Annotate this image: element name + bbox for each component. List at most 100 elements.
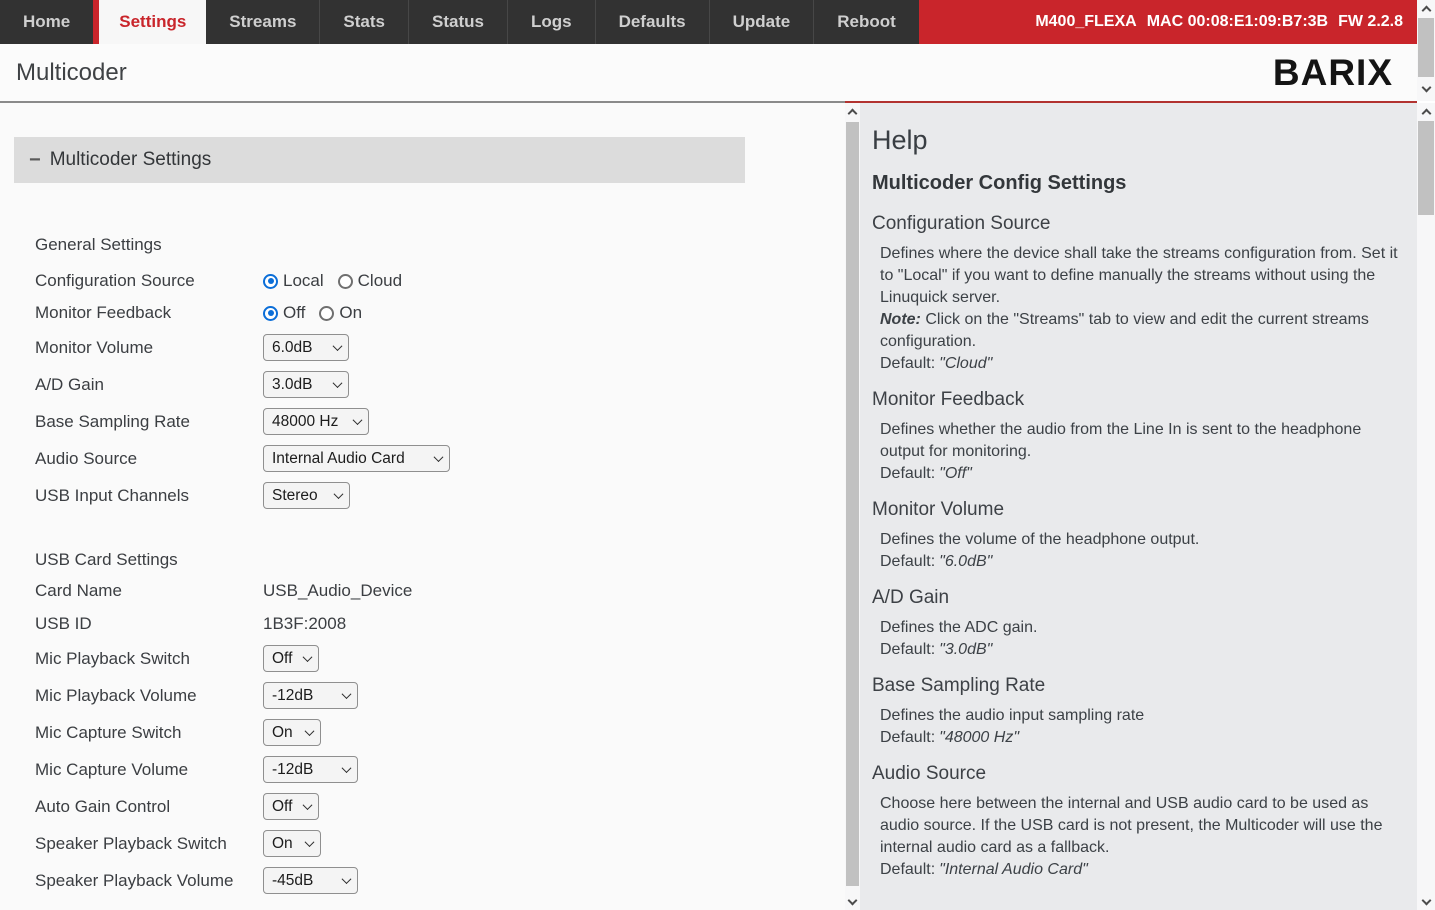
form-row-base-sampling-rate: Base Sampling Rate 48000 Hz <box>0 403 845 440</box>
auto-gain-control-select[interactable]: Off <box>263 793 319 820</box>
ad-gain-select[interactable]: 3.0dB <box>263 371 349 398</box>
field-label: Mic Capture Volume <box>35 760 263 780</box>
field-label: Mic Playback Volume <box>35 686 263 706</box>
scroll-down-icon[interactable] <box>845 893 860 910</box>
scrollbar-thumb[interactable] <box>1418 18 1434 77</box>
scroll-up-icon[interactable] <box>1417 103 1435 120</box>
chevron-down-icon <box>334 489 344 499</box>
help-section-body: Choose here between the internal and USB… <box>872 793 1403 881</box>
scroll-down-icon[interactable] <box>1417 80 1435 97</box>
chevron-down-icon <box>333 378 343 388</box>
top-nav: Home Settings Streams Stats Status Logs … <box>0 0 1417 44</box>
device-mac: MAC 00:08:E1:09:B7:3B <box>1147 13 1328 31</box>
settings-frame: − Multicoder Settings General Settings C… <box>0 103 845 910</box>
form-row-monitor-feedback: Monitor Feedback Off On <box>0 297 845 329</box>
scrollbar-thumb[interactable] <box>846 122 859 886</box>
radio-unchecked-icon <box>319 306 334 321</box>
radio-option-local[interactable]: Local <box>263 271 324 291</box>
tab-update[interactable]: Update <box>709 0 814 44</box>
mic-capture-switch-select[interactable]: On <box>263 719 321 746</box>
mic-playback-volume-select[interactable]: -12dB <box>263 682 358 709</box>
default-value: "Off" <box>939 465 972 482</box>
speaker-playback-volume-select[interactable]: -45dB <box>263 867 358 894</box>
chevron-down-icon <box>342 763 352 773</box>
field-label: Base Sampling Rate <box>35 412 263 432</box>
field-label: Speaker Playback Volume <box>35 871 263 891</box>
multicoder-settings-toggle[interactable]: − Multicoder Settings <box>14 137 745 183</box>
chevron-down-icon <box>333 341 343 351</box>
barix-logo: BARIX <box>1273 52 1393 94</box>
help-section-heading: A/D Gain <box>872 587 1403 609</box>
field-label: USB ID <box>35 614 263 634</box>
base-sampling-rate-select[interactable]: 48000 Hz <box>263 408 369 435</box>
scroll-up-icon[interactable] <box>845 103 860 120</box>
help-section-heading: Base Sampling Rate <box>872 675 1403 697</box>
group-title-usb-card: USB Card Settings <box>0 544 845 568</box>
tab-logs[interactable]: Logs <box>507 0 595 44</box>
monitor-volume-select[interactable]: 6.0dB <box>263 334 349 361</box>
group-title-general: General Settings <box>0 235 845 259</box>
tab-home[interactable]: Home <box>0 0 93 44</box>
form-row-monitor-volume: Monitor Volume 6.0dB <box>0 329 845 366</box>
radio-option-cloud[interactable]: Cloud <box>338 271 402 291</box>
radio-option-off[interactable]: Off <box>263 303 305 323</box>
help-section-body: Defines the ADC gain. Default:"3.0dB" <box>872 617 1403 661</box>
form-row-usb-input-channels: USB Input Channels Stereo <box>0 477 845 514</box>
usb-input-channels-select[interactable]: Stereo <box>263 482 350 509</box>
tab-reboot[interactable]: Reboot <box>813 0 919 44</box>
form-row-card-name: Card Name USB_Audio_Device <box>0 574 845 607</box>
help-section-body: Defines the audio input sampling rate De… <box>872 705 1403 749</box>
scroll-up-icon[interactable] <box>1417 0 1435 17</box>
monitor-feedback-radios: Off On <box>263 303 362 323</box>
form-row-mic-playback-switch: Mic Playback Switch Off <box>0 640 845 677</box>
form-row-speaker-playback-volume: Speaker Playback Volume -45dB <box>0 862 845 899</box>
tab-defaults[interactable]: Defaults <box>595 0 709 44</box>
scroll-down-icon[interactable] <box>1417 893 1435 910</box>
form-row-auto-gain-control: Auto Gain Control Off <box>0 788 845 825</box>
chevron-down-icon <box>305 726 315 736</box>
default-value: "Cloud" <box>939 355 992 372</box>
radio-checked-icon <box>263 306 278 321</box>
device-name: M400_FLEXA <box>1035 13 1136 31</box>
speaker-playback-switch-select[interactable]: On <box>263 830 321 857</box>
scrollbar-thumb[interactable] <box>1418 121 1434 215</box>
help-section-body: Defines where the device shall take the … <box>872 243 1403 375</box>
form-row-mic-capture-volume: Mic Capture Volume -12dB <box>0 751 845 788</box>
form-row-mic-capture-switch: Mic Capture Switch On <box>0 714 845 751</box>
help-section-ad-gain: A/D Gain Defines the ADC gain. Default:"… <box>872 587 1403 661</box>
title-row: Multicoder BARIX <box>0 44 1417 101</box>
field-label: Monitor Feedback <box>35 303 263 323</box>
field-label: A/D Gain <box>35 375 263 395</box>
field-label: Auto Gain Control <box>35 797 263 817</box>
tab-stats[interactable]: Stats <box>319 0 408 44</box>
mic-playback-switch-select[interactable]: Off <box>263 645 319 672</box>
default-value: "3.0dB" <box>939 641 992 658</box>
settings-scrollbar[interactable] <box>845 103 860 910</box>
section-title: Multicoder Settings <box>50 149 212 171</box>
chevron-down-icon <box>303 652 313 662</box>
mic-capture-volume-select[interactable]: -12dB <box>263 756 358 783</box>
tab-streams[interactable]: Streams <box>206 0 319 44</box>
help-section-heading: Monitor Volume <box>872 499 1403 521</box>
field-label: Card Name <box>35 581 263 601</box>
form-row-speaker-playback-switch: Speaker Playback Switch On <box>0 825 845 862</box>
form-row-configuration-source: Configuration Source Local Cloud <box>0 265 845 297</box>
tab-settings[interactable]: Settings <box>93 0 206 44</box>
chevron-down-icon <box>353 415 363 425</box>
field-label: Mic Playback Switch <box>35 649 263 669</box>
audio-source-select[interactable]: Internal Audio Card <box>263 445 450 472</box>
radio-option-on[interactable]: On <box>319 303 362 323</box>
help-scrollbar[interactable] <box>1417 103 1435 910</box>
help-section-monitor-feedback: Monitor Feedback Defines whether the aud… <box>872 389 1403 485</box>
help-section-heading: Monitor Feedback <box>872 389 1403 411</box>
help-section-body: Defines whether the audio from the Line … <box>872 419 1403 485</box>
header-scrollbar[interactable] <box>1417 0 1435 101</box>
tab-status[interactable]: Status <box>408 0 507 44</box>
help-section-heading: Audio Source <box>872 763 1403 785</box>
header-frame: Home Settings Streams Stats Status Logs … <box>0 0 1417 101</box>
field-label: Monitor Volume <box>35 338 263 358</box>
default-value: "6.0dB" <box>939 553 992 570</box>
barix-multicoder-page: Home Settings Streams Stats Status Logs … <box>0 0 1435 910</box>
help-section-base-sampling-rate: Base Sampling Rate Defines the audio inp… <box>872 675 1403 749</box>
field-label: USB Input Channels <box>35 486 263 506</box>
